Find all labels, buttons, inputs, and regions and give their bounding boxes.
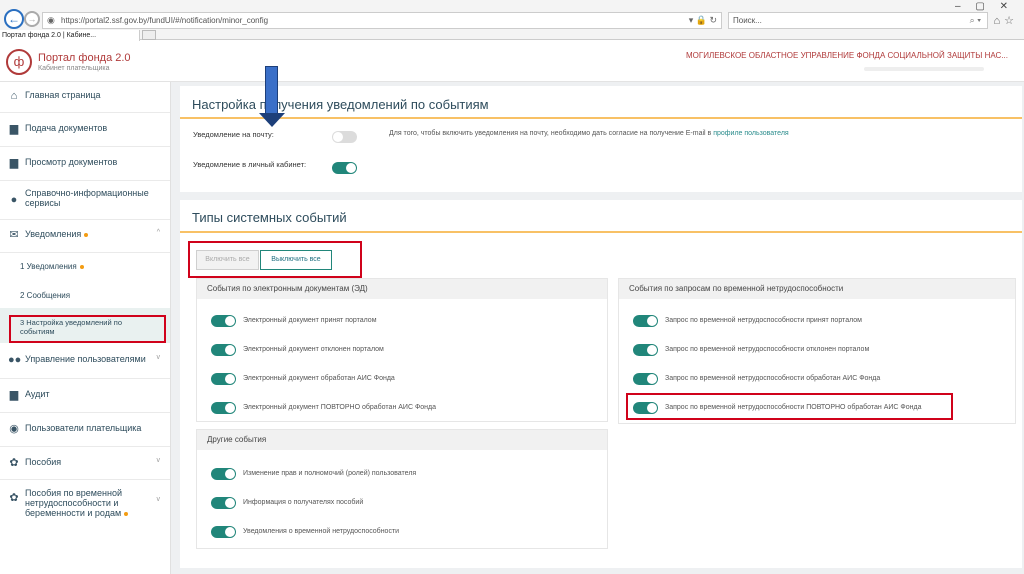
notification-dot [124,511,129,516]
address-url: https://portal2.ssf.gov.by/fundUI/#/noti… [61,16,269,25]
chevron-up-icon[interactable]: ^ [157,229,160,236]
event-toggle[interactable] [211,526,236,538]
sidebar-item-benefits[interactable]: ✿ Пособия v [0,457,170,477]
email-hint: Для того, чтобы включить уведомления на … [389,130,789,137]
event-toggle[interactable] [633,315,658,327]
event-toggle[interactable] [211,315,236,327]
highlight-box-sidebar [9,315,166,343]
sidebar-sub-messages[interactable]: 2 Сообщения [20,291,70,300]
notification-dot [79,264,84,269]
search-placeholder: Поиск... [733,16,762,25]
email-label: Уведомление на почту: [193,130,274,139]
sidebar-item-submit-docs[interactable]: ▆ Подача документов [0,123,170,143]
ed-events-group: События по электронным документам (ЭД) Э… [196,278,608,422]
other-group-title: Другие события [197,430,607,450]
sidebar-item-audit[interactable]: ▆ Аудит [0,389,170,409]
window-controls[interactable]: – ▢ ✕ [955,1,1014,12]
address-bar[interactable]: ◉ https://portal2.ssf.gov.by/fundUI/#/no… [42,12,722,29]
home-star-icon[interactable]: ⌂☆ [993,14,1018,27]
event-toggle[interactable] [633,344,658,356]
settings-panel: Настройка получения уведомлений по событ… [180,86,1022,192]
sidebar-sub-notifications[interactable]: 1 Уведомления [20,262,84,271]
document-view-icon: ▆ [9,157,19,169]
event-toggle[interactable] [211,497,236,509]
chevron-down-icon[interactable]: v [157,354,161,361]
event-toggle[interactable] [211,468,236,480]
browser-chrome: ← → ◉ https://portal2.ssf.gov.by/fundUI/… [0,0,1024,41]
audit-icon: ▆ [9,389,19,401]
annotation-arrow-icon [265,66,278,114]
main-content: Настройка получения уведомлений по событ… [171,82,1024,574]
fund-logo-icon[interactable]: ф [6,49,32,75]
browser-tab[interactable]: Портал фонда 2.0 | Кабине... [0,30,140,41]
events-panel: Типы системных событий Включить все Выкл… [180,200,1022,568]
profile-link[interactable]: профиле пользователя [713,130,789,137]
users-icon: ●● [8,354,22,366]
address-tools-icon[interactable]: ▾ 🔒 ↻ [689,13,717,28]
annotation-arrow-head-icon [259,113,285,127]
ed-group-title: События по электронным документам (ЭД) [197,279,607,299]
event-toggle[interactable] [211,344,236,356]
info-icon: ● [10,194,18,206]
search-icon[interactable]: ⌕ ▾ [970,13,981,28]
back-icon[interactable]: ← [4,9,24,29]
benefits-icon: ✿ [9,457,19,469]
highlight-box-event [626,393,953,420]
brand-title[interactable]: Портал фонда 2.0 [38,52,131,64]
tab-title: Портал фонда 2.0 | Кабине... [2,32,97,39]
event-toggle[interactable] [211,402,236,414]
org-underline [864,67,984,71]
chevron-down-icon[interactable]: v [157,496,161,503]
event-toggle[interactable] [211,373,236,385]
browser-search-input[interactable]: Поиск... ⌕ ▾ [728,12,988,29]
brand-subtitle: Кабинет плательщика [38,65,110,72]
user-icon: ◉ [9,423,19,435]
sidebar-item-notifications[interactable]: ✉ Уведомления ^ [0,229,170,249]
cabinet-toggle[interactable] [332,162,357,174]
settings-title: Настройка получения уведомлений по событ… [192,97,489,112]
email-toggle[interactable] [332,131,357,143]
app-header: ф Портал фонда 2.0 Кабинет плательщика М… [0,41,1024,82]
organization-name[interactable]: МОГИЛЕВСКОЕ ОБЛАСТНОЕ УПРАВЛЕНИЕ ФОНДА С… [686,51,1008,60]
sidebar: ⌂ Главная страница ▆ Подача документов ▆… [0,82,171,574]
sidebar-item-home[interactable]: ⌂ Главная страница [0,90,170,110]
document-icon: ▆ [9,123,19,135]
sidebar-item-view-docs[interactable]: ▆ Просмотр документов [0,157,170,177]
sidebar-item-payer-users[interactable]: ◉ Пользователи плательщика [0,423,170,443]
sick-group-title: События по запросам по временной нетрудо… [619,279,1015,299]
sidebar-item-user-management[interactable]: ●● Управление пользователями v [0,354,170,374]
home-icon: ⌂ [10,90,18,102]
highlight-box-buttons [188,241,362,278]
sidebar-item-sick-benefits[interactable]: ✿ Пособия по временной нетрудоспособност… [0,488,170,528]
sidebar-item-info-services[interactable]: ● Справочно-информационные сервисы [0,188,170,212]
mail-icon: ✉ [9,229,19,241]
settings-title-underline [180,117,1022,119]
site-icon: ◉ [47,15,55,25]
event-toggle[interactable] [633,373,658,385]
forward-icon[interactable]: → [24,11,40,27]
new-tab-button[interactable] [142,30,156,40]
chevron-down-icon[interactable]: v [157,457,161,464]
events-title-underline [180,231,1022,233]
benefits-icon: ✿ [9,492,19,504]
events-title: Типы системных событий [192,210,347,225]
cabinet-label: Уведомление в личный кабинет: [193,160,307,169]
notification-dot [84,232,89,237]
other-events-group: Другие события Изменение прав и полномоч… [196,429,608,549]
